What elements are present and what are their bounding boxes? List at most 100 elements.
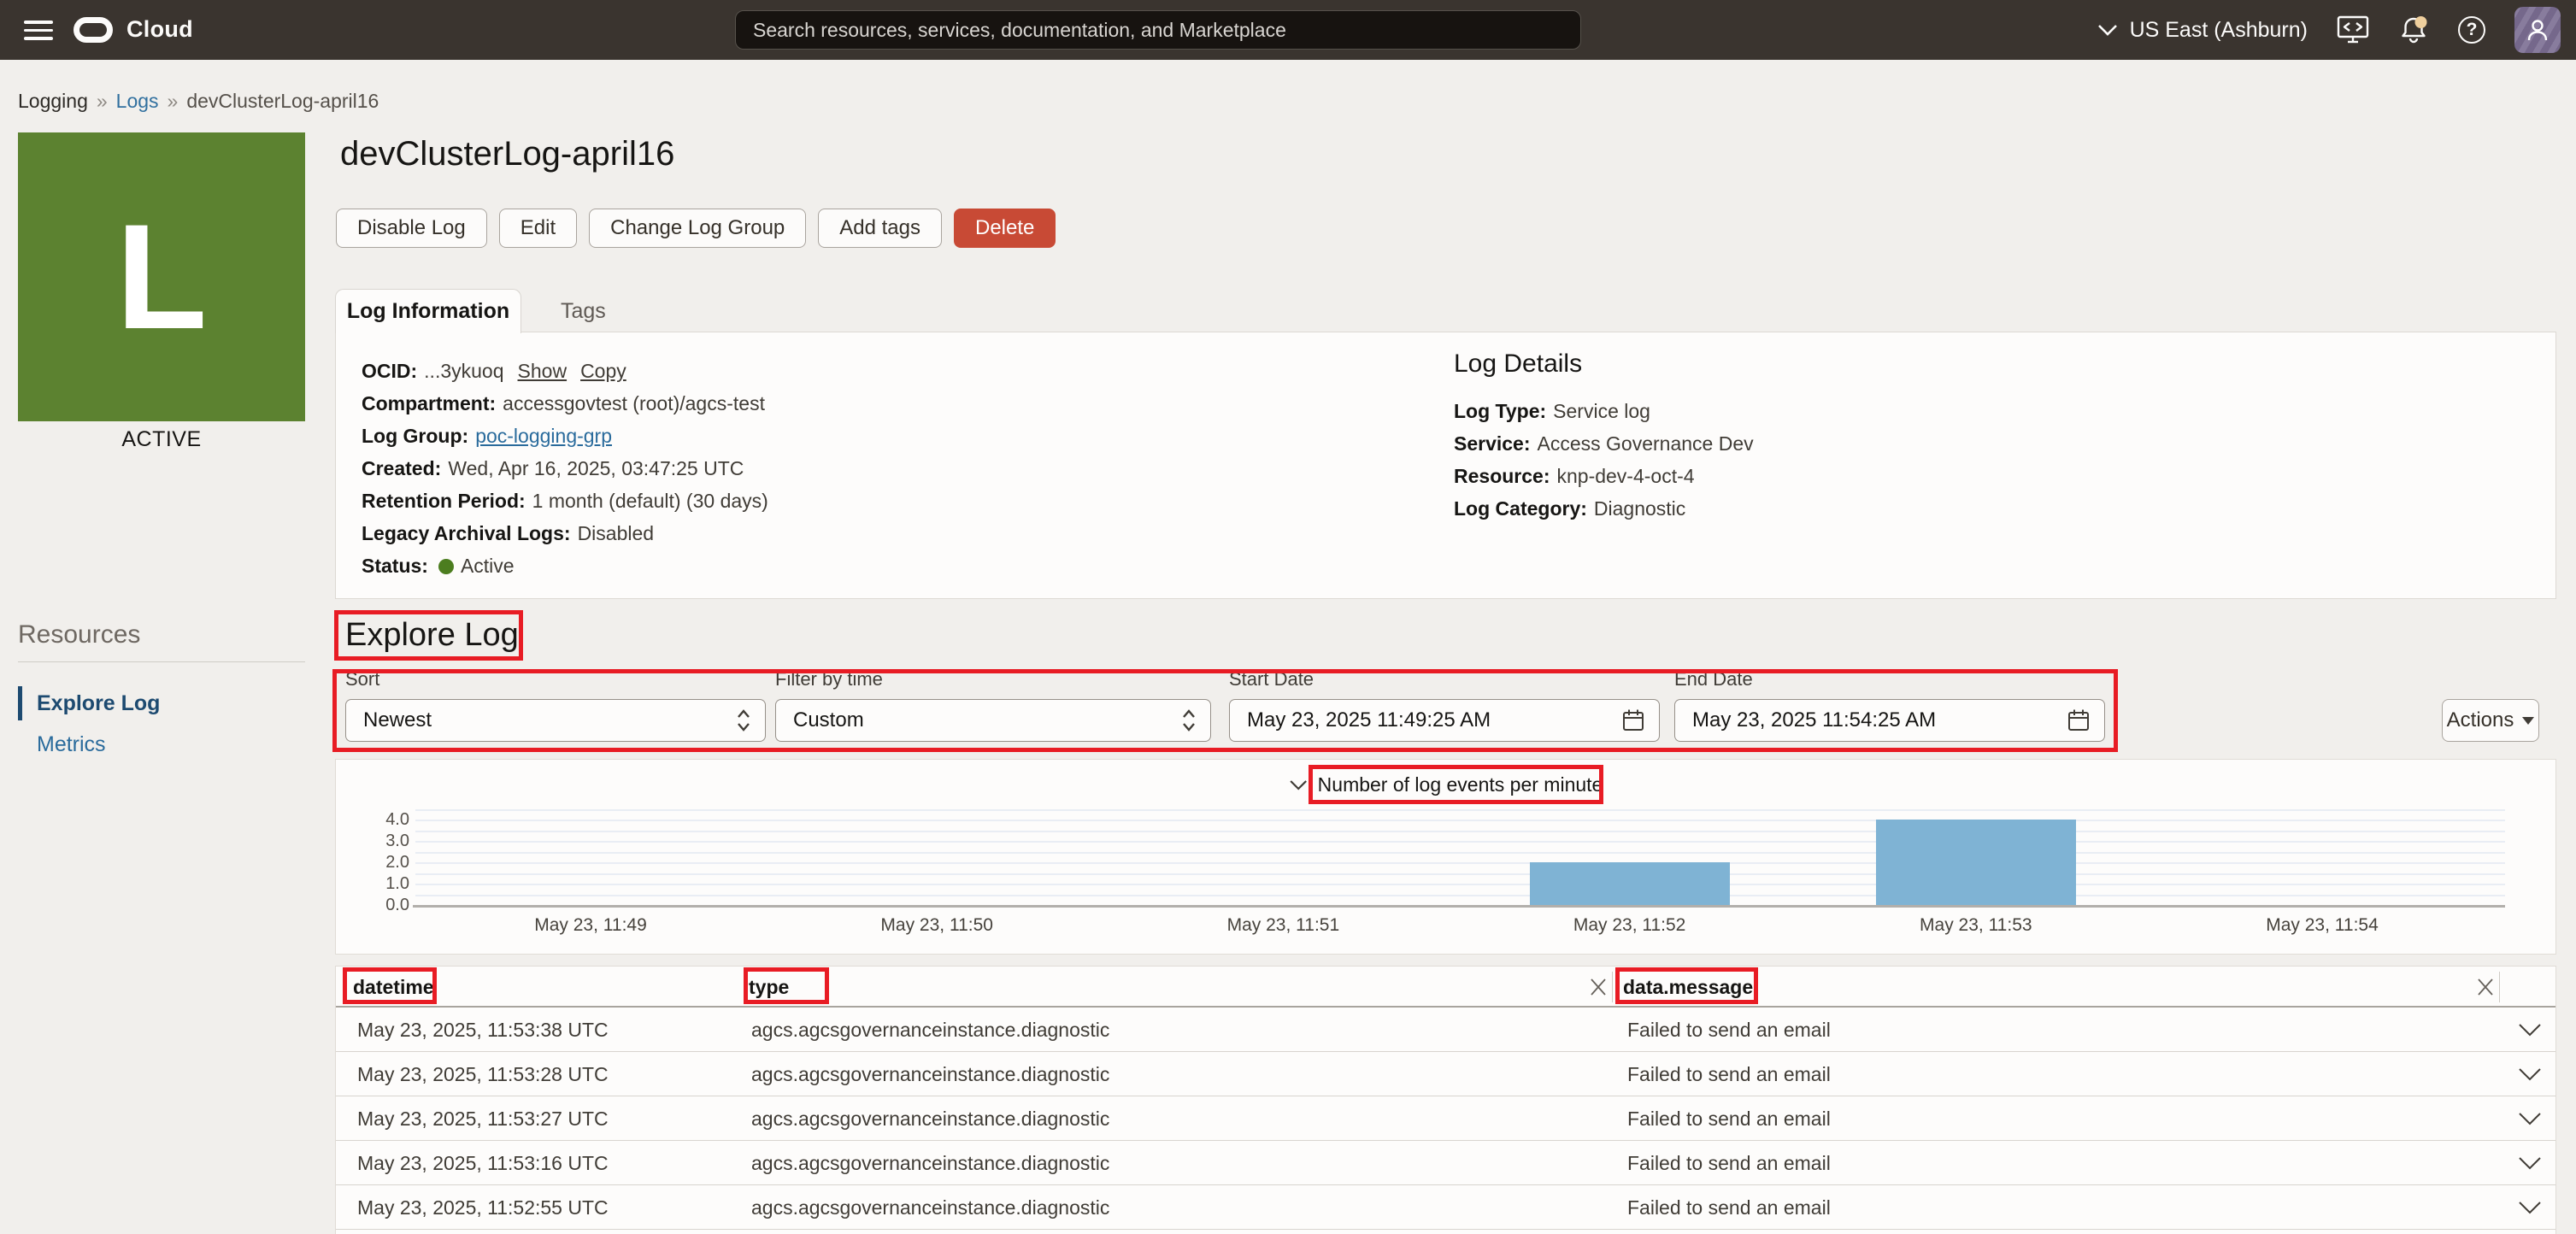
help-icon[interactable]: ? xyxy=(2458,16,2485,44)
brand-label: Cloud xyxy=(126,16,193,43)
chart-gridline xyxy=(415,873,2505,875)
chart-bar[interactable] xyxy=(1530,862,1730,905)
breadcrumb-current: devClusterLog-april16 xyxy=(186,90,379,113)
detail-tabs: Log Information Tags xyxy=(335,289,645,333)
delete-button[interactable]: Delete xyxy=(954,209,1056,248)
chart-gridline xyxy=(415,809,2505,811)
expand-row-icon[interactable] xyxy=(2518,1067,2542,1086)
log-category-row: Log Category:Diagnostic xyxy=(1454,498,1754,520)
chevron-down-icon xyxy=(2097,24,2118,36)
remove-message-column-icon[interactable] xyxy=(2475,977,2496,1002)
start-date-label: Start Date xyxy=(1229,668,1660,690)
log-avatar-letter: L xyxy=(116,203,208,352)
chart-gridline xyxy=(415,895,2505,896)
global-search xyxy=(735,10,1581,50)
column-header-data-message[interactable]: data.message xyxy=(1623,967,1753,1008)
copy-link[interactable]: Copy xyxy=(580,360,626,382)
column-header-type[interactable]: type xyxy=(749,967,789,1008)
breadcrumb-logging[interactable]: Logging xyxy=(18,90,88,113)
search-input[interactable] xyxy=(735,10,1581,50)
status-row: Status:Active xyxy=(362,555,768,577)
tab-log-information[interactable]: Log Information xyxy=(335,289,521,333)
expand-row-icon[interactable] xyxy=(2518,1201,2542,1219)
page-title: devClusterLog-april16 xyxy=(340,135,674,173)
change-log-group-button[interactable]: Change Log Group xyxy=(589,209,806,248)
edit-button[interactable]: Edit xyxy=(499,209,577,248)
x-axis-tick-label: May 23, 11:49 xyxy=(488,915,693,936)
start-date-input[interactable]: May 23, 2025 11:49:25 AM xyxy=(1229,699,1660,742)
y-axis-tick-label: 4.0 xyxy=(336,809,409,830)
x-axis-tick-label: May 23, 11:54 xyxy=(2220,915,2425,936)
end-date-input[interactable]: May 23, 2025 11:54:25 AM xyxy=(1674,699,2105,742)
remove-type-column-icon[interactable] xyxy=(1588,977,1609,1002)
notification-dot xyxy=(2415,16,2427,28)
breadcrumb-separator: » xyxy=(97,90,108,113)
sidebar-item-label: Explore Log xyxy=(37,691,160,716)
log-row[interactable]: May 23, 2025, 11:52:55 UTC agcs.agcsgove… xyxy=(336,1185,2555,1230)
resources-heading: Resources xyxy=(18,620,305,649)
log-type-row: Log Type:Service log xyxy=(1454,401,1754,422)
filter-by-time-select[interactable]: Custom xyxy=(775,699,1211,742)
retention-row: Retention Period:1 month (default) (30 d… xyxy=(362,491,768,512)
log-details-heading: Log Details xyxy=(1454,350,1754,379)
explore-log-heading: Explore Log xyxy=(345,617,519,654)
column-divider xyxy=(1612,972,1613,1002)
disable-log-button[interactable]: Disable Log xyxy=(336,209,487,248)
notifications-icon[interactable] xyxy=(2398,15,2429,45)
breadcrumb: Logging » Logs » devClusterLog-april16 xyxy=(18,90,379,113)
select-chevrons-icon xyxy=(736,708,751,732)
sort-select[interactable]: Newest xyxy=(345,699,766,742)
expand-row-icon[interactable] xyxy=(2518,1023,2542,1042)
y-axis-tick-label: 2.0 xyxy=(336,852,409,873)
oracle-logo-icon xyxy=(74,17,113,43)
log-row[interactable]: May 23, 2025, 11:53:27 UTC agcs.agcsgove… xyxy=(336,1096,2555,1141)
divider xyxy=(18,661,305,662)
sidebar-item-explore-log[interactable]: Explore Log xyxy=(18,683,305,724)
region-selector[interactable]: US East (Ashburn) xyxy=(2097,18,2308,43)
log-row[interactable]: May 23, 2025, 11:53:38 UTC agcs.agcsgove… xyxy=(336,1008,2555,1052)
log-row[interactable]: May 23, 2025, 11:53:16 UTC agcs.agcsgove… xyxy=(336,1141,2555,1185)
actions-button[interactable]: Actions xyxy=(2442,699,2539,742)
expand-row-icon[interactable] xyxy=(2518,1112,2542,1131)
x-axis-tick-label: May 23, 11:51 xyxy=(1180,915,1385,936)
sort-label: Sort xyxy=(345,668,766,690)
breadcrumb-separator: » xyxy=(168,90,179,113)
caret-down-icon xyxy=(2522,717,2534,725)
menu-icon[interactable] xyxy=(24,21,53,41)
log-information-panel: OCID:...3ykuoqShowCopy Compartment:acces… xyxy=(335,332,2556,599)
chart-gridline xyxy=(415,841,2505,843)
filter-by-time-label: Filter by time xyxy=(775,668,1211,690)
expand-row-icon[interactable] xyxy=(2518,1156,2542,1175)
log-group-link[interactable]: poc-logging-grp xyxy=(475,425,612,447)
y-axis-tick-label: 3.0 xyxy=(336,831,409,851)
cloud-shell-icon[interactable] xyxy=(2337,15,2369,44)
show-link[interactable]: Show xyxy=(518,360,568,382)
y-axis-tick-label: 1.0 xyxy=(336,873,409,894)
compartment-row: Compartment:accessgovtest (root)/agcs-te… xyxy=(362,393,768,414)
resources-panel: Resources Explore Log Metrics xyxy=(18,620,305,765)
column-divider xyxy=(2499,972,2500,1002)
x-axis-tick-label: May 23, 11:52 xyxy=(1527,915,1732,936)
tab-tags[interactable]: Tags xyxy=(521,289,645,333)
log-row[interactable]: May 23, 2025, 11:53:28 UTC agcs.agcsgove… xyxy=(336,1052,2555,1096)
legacy-archival-row: Legacy Archival Logs:Disabled xyxy=(362,523,768,544)
start-date-group: Start Date May 23, 2025 11:49:25 AM xyxy=(1229,668,1660,742)
chart-bar[interactable] xyxy=(1876,820,2076,905)
sort-filter-group: Sort Newest xyxy=(345,668,766,742)
region-label: US East (Ashburn) xyxy=(2130,18,2308,43)
log-information-fields: OCID:...3ykuoqShowCopy Compartment:acces… xyxy=(362,361,768,588)
chart-gridline xyxy=(415,831,2505,832)
user-avatar[interactable] xyxy=(2514,7,2561,53)
log-events-chart-card: Number of log events per minute 4.03.02.… xyxy=(335,759,2556,955)
status-label: ACTIVE xyxy=(18,427,305,452)
log-group-row: Log Group:poc-logging-grp xyxy=(362,426,768,447)
log-table: datetime type data.message May 23, 2025,… xyxy=(335,966,2556,1234)
breadcrumb-logs[interactable]: Logs xyxy=(116,90,159,113)
topbar-right: US East (Ashburn) ? xyxy=(2097,0,2561,60)
column-header-datetime[interactable]: datetime xyxy=(353,967,434,1008)
service-row: Service:Access Governance Dev xyxy=(1454,433,1754,455)
filter-by-time-group: Filter by time Custom xyxy=(775,668,1211,742)
add-tags-button[interactable]: Add tags xyxy=(818,209,942,248)
action-button-row: Disable Log Edit Change Log Group Add ta… xyxy=(336,209,1056,248)
sidebar-item-metrics[interactable]: Metrics xyxy=(18,724,305,765)
